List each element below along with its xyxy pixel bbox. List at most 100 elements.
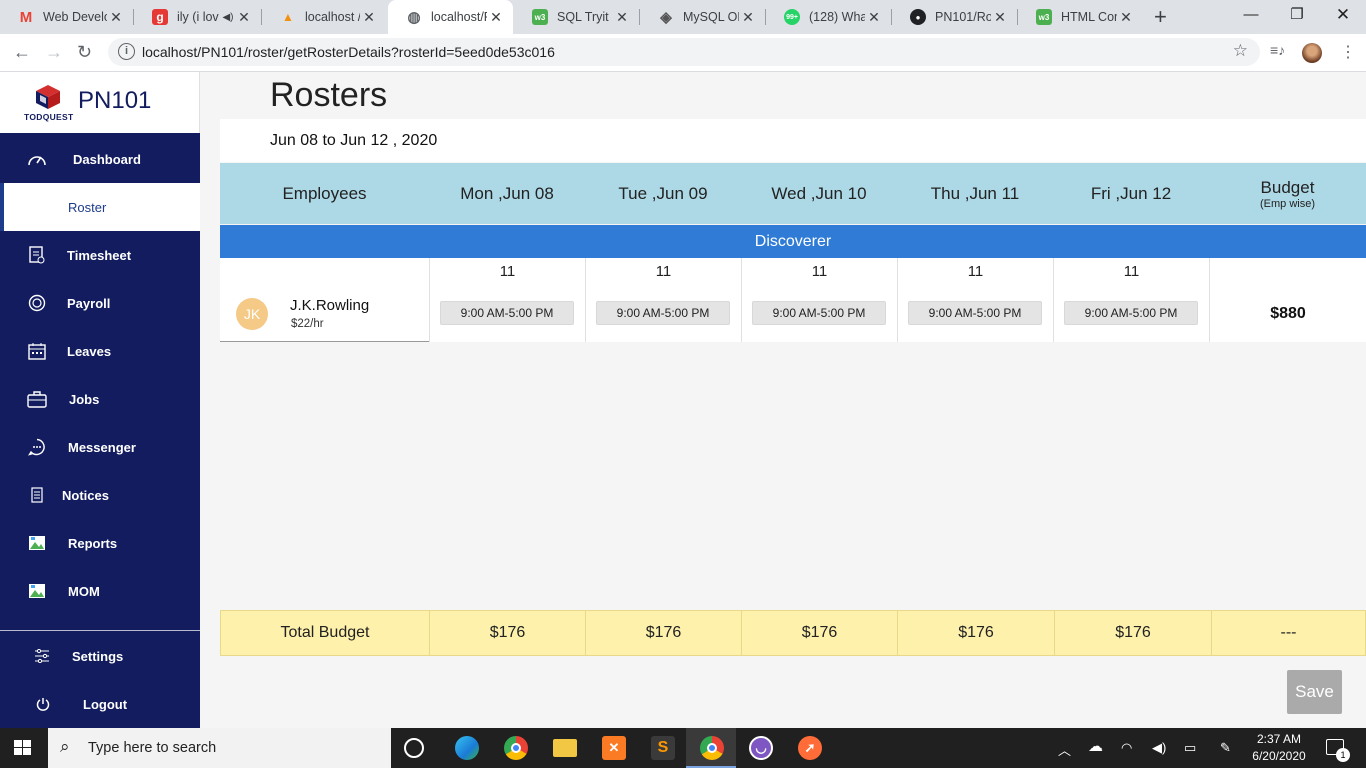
logo-subtitle: TODQUEST [24, 112, 74, 122]
total-budget-day: $176 [429, 611, 585, 655]
sidebar-item-notices[interactable]: Notices [0, 471, 200, 519]
close-window-icon[interactable]: ✕ [1320, 0, 1366, 30]
close-icon[interactable]: ✕ [613, 9, 631, 26]
page-title: Rosters [270, 76, 388, 114]
pen-icon[interactable]: ✎ [1220, 740, 1231, 756]
close-icon[interactable]: ✕ [107, 9, 125, 26]
browser-tab[interactable]: g ily (i lov ◀) ✕ [134, 0, 261, 34]
sidebar-item-label: Timesheet [67, 247, 132, 263]
chevron-up-icon[interactable]: ︿ [1058, 740, 1071, 759]
file-explorer-icon[interactable] [553, 739, 577, 757]
sidebar-item-mom[interactable]: MOM [0, 567, 200, 615]
sidebar-item-messenger[interactable]: Messenger [0, 423, 200, 471]
close-icon[interactable]: ✕ [739, 9, 757, 26]
browser-tab[interactable]: w3 HTML Comp ✕ [1018, 0, 1143, 34]
total-budget-day: $176 [897, 611, 1054, 655]
count-row: 11 11 11 11 11 [220, 258, 1366, 286]
sidebar-item-timesheet[interactable]: Timesheet [0, 231, 200, 279]
omnibox[interactable]: i localhost/PN101/roster/getRosterDetail… [108, 38, 1260, 66]
save-button[interactable]: Save [1287, 670, 1342, 714]
sidebar-item-logout[interactable]: Logout [0, 680, 200, 728]
employee-cell[interactable]: JK J.K.Rowling $22/hr [220, 286, 429, 342]
sidebar-item-label: Settings [72, 648, 124, 664]
search-placeholder: Type here to search [88, 740, 217, 756]
xampp-icon[interactable]: ✕ [602, 736, 626, 760]
browser-tab-active[interactable]: ◍ localhost/P ✕ [388, 0, 513, 34]
browser-tab[interactable]: ◈ MySQL ON ✕ [640, 0, 765, 34]
browser-tab[interactable]: w3 SQL Tryit Ed ✕ [514, 0, 639, 34]
close-icon[interactable]: ✕ [991, 9, 1009, 26]
sidebar-item-settings[interactable]: Settings [0, 632, 200, 680]
tab-title: localhost/P [431, 10, 487, 24]
sidebar-item-jobs[interactable]: Jobs [0, 375, 200, 423]
shift-chip[interactable]: 9:00 AM-5:00 PM [908, 301, 1042, 325]
task-view-icon[interactable] [404, 738, 424, 758]
shift-cell: 9:00 AM-5:00 PM [585, 286, 741, 342]
restore-icon[interactable]: ❐ [1274, 0, 1320, 30]
gmail-icon: M [19, 8, 33, 26]
taskbar-search[interactable]: ⌕ Type here to search [48, 728, 391, 768]
close-icon[interactable]: ✕ [1117, 9, 1135, 26]
sidebar-item-leaves[interactable]: Leaves [0, 327, 200, 375]
new-tab-icon[interactable]: + [1154, 4, 1167, 30]
sidebar-item-payroll[interactable]: Payroll [0, 279, 200, 327]
chrome-icon[interactable] [700, 736, 724, 760]
volume-icon[interactable]: ◀) [1152, 740, 1166, 756]
battery-icon[interactable]: ▭ [1184, 740, 1196, 756]
power-icon [33, 694, 53, 714]
close-icon[interactable]: ✕ [360, 9, 378, 26]
info-icon[interactable]: i [118, 43, 135, 60]
column-header-day: Tue ,Jun 09 [618, 183, 708, 203]
tab-title: PN101/Rost [935, 10, 991, 24]
phpmyadmin-icon: ▲ [282, 10, 294, 24]
count-cell: 11 [741, 258, 897, 286]
logo-cube-icon [36, 85, 60, 109]
onedrive-icon[interactable]: ☁ [1088, 737, 1103, 755]
back-icon[interactable]: ← [13, 42, 31, 63]
browser-tab[interactable]: ▲ localhost / ✕ [262, 0, 386, 34]
sidebar-item-dashboard[interactable]: Dashboard [0, 135, 200, 183]
postman-icon[interactable]: ➚ [798, 736, 822, 760]
wifi-icon[interactable]: ◠ [1121, 740, 1132, 756]
browser-tab[interactable]: 99+ (128) What ✕ [766, 0, 891, 34]
sublime-text-icon[interactable]: S [651, 736, 675, 760]
calendar-icon [27, 341, 47, 361]
bookmark-star-icon[interactable]: ☆ [1233, 41, 1248, 61]
search-icon: ⌕ [60, 737, 70, 756]
genius-icon: g [152, 9, 168, 25]
sidebar-item-reports[interactable]: Reports [0, 519, 200, 567]
minimize-icon[interactable]: — [1228, 0, 1274, 30]
browser-tab[interactable]: M Web Develo ✕ [0, 0, 133, 34]
employee-name: J.K.Rowling [290, 297, 370, 314]
edge-icon[interactable] [455, 736, 479, 760]
sidebar-item-roster[interactable]: Roster [0, 183, 200, 231]
shift-cell: 9:00 AM-5:00 PM [1053, 286, 1209, 342]
chrome-icon[interactable] [504, 736, 528, 760]
employee-budget: $880 [1209, 286, 1366, 342]
tab-title: Web Develo [43, 10, 107, 24]
app-cat-icon[interactable]: ◡ [749, 736, 773, 760]
shift-cell: 9:00 AM-5:00 PM [897, 286, 1053, 342]
browser-tab[interactable]: ● PN101/Rost ✕ [892, 0, 1017, 34]
shift-chip[interactable]: 9:00 AM-5:00 PM [440, 301, 574, 325]
menu-kebab-icon[interactable]: ⋮ [1340, 42, 1356, 62]
url-text[interactable]: localhost/PN101/roster/getRosterDetails?… [142, 44, 555, 60]
shift-chip[interactable]: 9:00 AM-5:00 PM [596, 301, 730, 325]
windows-start-icon[interactable] [14, 740, 32, 756]
shift-chip[interactable]: 9:00 AM-5:00 PM [752, 301, 886, 325]
sidebar-item-label: Logout [83, 696, 128, 712]
total-budget-row: Total Budget $176 $176 $176 $176 $176 --… [220, 610, 1366, 656]
close-icon[interactable]: ✕ [487, 9, 505, 26]
shift-chip[interactable]: 9:00 AM-5:00 PM [1064, 301, 1198, 325]
sidebar-item-label: Roster [68, 199, 107, 215]
forward-icon[interactable]: → [45, 42, 63, 63]
profile-avatar[interactable] [1302, 43, 1322, 63]
whatsapp-icon: 99+ [784, 9, 800, 25]
clock[interactable]: 2:37 AM 6/20/2020 [1248, 731, 1310, 765]
column-header-day: Fri ,Jun 12 [1090, 183, 1172, 203]
close-icon[interactable]: ✕ [865, 9, 883, 26]
close-icon[interactable]: ✕ [235, 9, 253, 26]
reload-icon[interactable]: ↻ [77, 42, 92, 63]
media-control-icon[interactable]: ≡♪ [1270, 42, 1285, 58]
shift-cell: 9:00 AM-5:00 PM [741, 286, 897, 342]
